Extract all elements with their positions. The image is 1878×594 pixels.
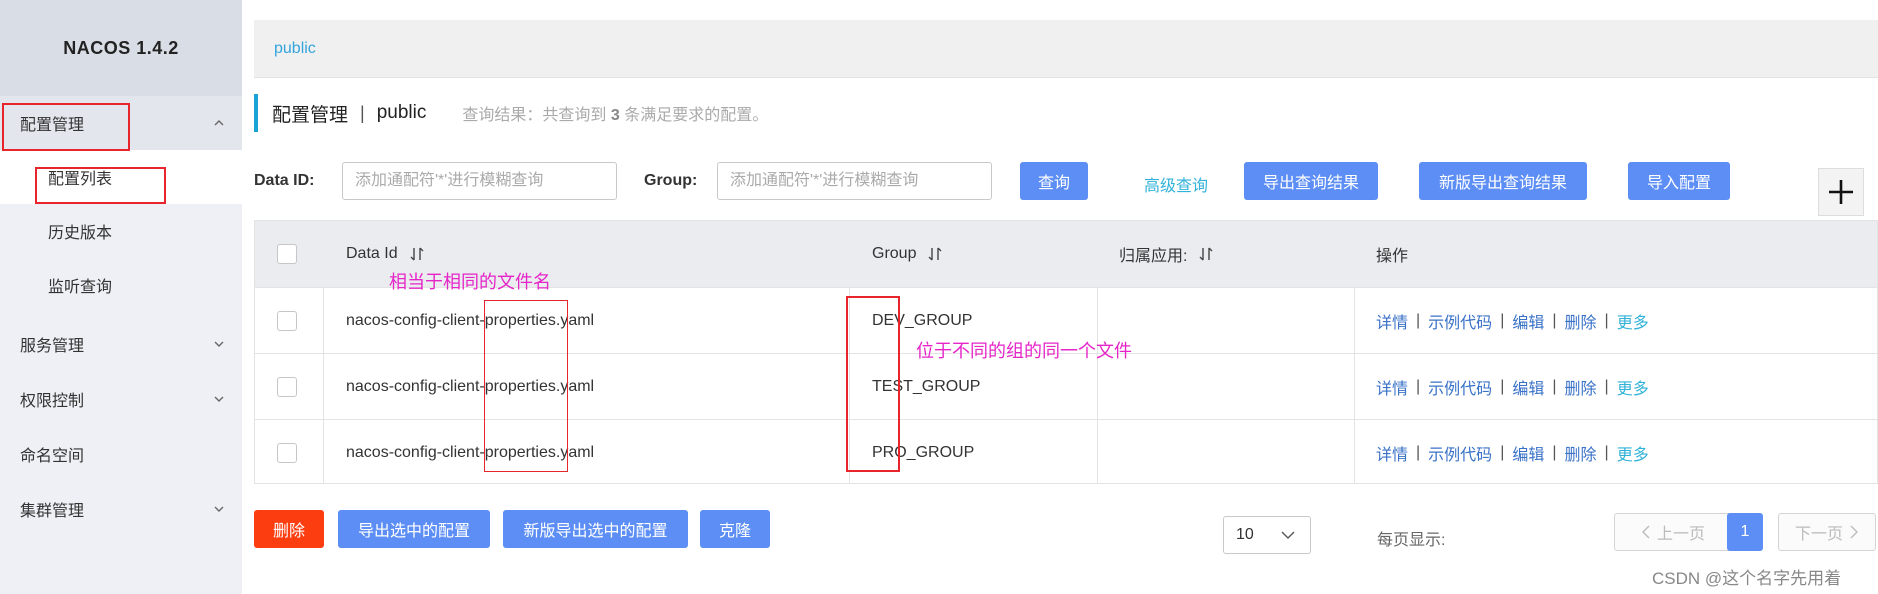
watermark: CSDN @这个名字先用着 <box>1652 569 1842 588</box>
delete-link[interactable]: 删除 <box>1565 441 1597 465</box>
prev-page-button[interactable]: 上一页 <box>1614 513 1732 551</box>
namespace-tab-public[interactable]: public <box>274 40 316 58</box>
chevron-down-icon <box>214 396 224 402</box>
column-header-app[interactable]: 归属应用: <box>1119 221 1213 287</box>
group-input[interactable] <box>717 162 992 200</box>
clone-button[interactable]: 克隆 <box>700 510 770 548</box>
row-actions: 详情 | 示例代码 | 编辑 | 删除 | 更多 <box>1376 288 1649 353</box>
export-selected-button[interactable]: 导出选中的配置 <box>338 510 490 548</box>
sidebar-item-history[interactable]: 历史版本 <box>0 204 242 258</box>
row-checkbox[interactable] <box>277 442 297 463</box>
sidebar-item-label: 集群管理 <box>20 503 85 520</box>
select-all-checkbox[interactable] <box>277 244 297 264</box>
advanced-query-link[interactable]: 高级查询 <box>1144 172 1208 196</box>
more-link[interactable]: 更多 <box>1617 441 1649 465</box>
sidebar-item-cluster-management[interactable]: 集群管理 <box>0 482 242 536</box>
page-size-label: 每页显示: <box>1377 532 1446 549</box>
edit-link[interactable]: 编辑 <box>1512 441 1544 465</box>
row-checkbox[interactable] <box>277 310 297 331</box>
delete-link[interactable]: 删除 <box>1565 309 1597 333</box>
add-config-button[interactable]: + <box>1818 168 1864 216</box>
data-id-input[interactable] <box>342 162 617 200</box>
sort-icon <box>928 247 942 261</box>
brand-title: NACOS 1.4.2 <box>0 0 242 96</box>
column-header-group[interactable]: Group <box>872 221 942 287</box>
chevron-down-icon <box>214 506 224 512</box>
plus-icon <box>1829 180 1853 204</box>
page-number-button[interactable]: 1 <box>1727 513 1763 551</box>
sample-code-link[interactable]: 示例代码 <box>1428 309 1492 333</box>
namespace-bar: public <box>254 20 1878 78</box>
sidebar-item-label: 监听查询 <box>48 279 113 296</box>
edit-link[interactable]: 编辑 <box>1512 375 1544 399</box>
highlight-box-config-list <box>35 167 166 204</box>
sidebar-item-label: 历史版本 <box>48 225 113 242</box>
sidebar: NACOS 1.4.2 配置管理 配置列表 历史版本 监听查询 服务管理 权限控… <box>0 0 242 594</box>
query-button[interactable]: 查询 <box>1020 162 1088 200</box>
sidebar-item-namespace[interactable]: 命名空间 <box>0 427 242 481</box>
sidebar-item-label: 服务管理 <box>20 338 85 355</box>
chevron-down-icon <box>1281 531 1295 539</box>
row-actions: 详情 | 示例代码 | 编辑 | 删除 | 更多 <box>1376 420 1649 485</box>
new-export-selected-button[interactable]: 新版导出选中的配置 <box>503 510 688 548</box>
sidebar-item-label: 命名空间 <box>20 448 85 465</box>
delete-selected-button[interactable]: 删除 <box>254 510 324 548</box>
highlight-box-filename <box>484 300 568 472</box>
highlight-box-config-management <box>2 103 130 151</box>
annotation-diff-group: 位于不同的组的同一个文件 <box>916 341 1132 361</box>
row-actions: 详情 | 示例代码 | 编辑 | 删除 | 更多 <box>1376 354 1649 419</box>
page-title-namespace: public <box>376 102 427 123</box>
query-result-summary: 查询结果：共查询到 3 条满足要求的配置。 <box>462 107 769 124</box>
row-checkbox[interactable] <box>277 376 297 397</box>
page-title: 配置管理 | public 查询结果：共查询到 3 条满足要求的配置。 <box>254 94 768 132</box>
chevron-up-icon <box>214 120 224 126</box>
chevron-left-icon <box>1641 525 1650 539</box>
sample-code-link[interactable]: 示例代码 <box>1428 441 1492 465</box>
column-header-actions: 操作 <box>1376 248 1409 265</box>
annotation-same-filename: 相当于相同的文件名 <box>389 272 551 292</box>
main-content: public 配置管理 | public 查询结果：共查询到 3 条满足要求的配… <box>242 0 1878 594</box>
highlight-box-groups <box>846 296 900 472</box>
sample-code-link[interactable]: 示例代码 <box>1428 375 1492 399</box>
new-export-results-button[interactable]: 新版导出查询结果 <box>1419 162 1587 200</box>
sidebar-item-listener-query[interactable]: 监听查询 <box>0 258 242 312</box>
sidebar-item-service-management[interactable]: 服务管理 <box>0 317 242 371</box>
import-config-button[interactable]: 导入配置 <box>1628 162 1730 200</box>
group-label: Group: <box>644 172 698 189</box>
export-results-button[interactable]: 导出查询结果 <box>1244 162 1378 200</box>
chevron-right-icon <box>1850 525 1858 539</box>
next-page-button[interactable]: 下一页 <box>1778 513 1876 551</box>
sort-icon <box>410 247 424 261</box>
more-link[interactable]: 更多 <box>1617 309 1649 333</box>
title-separator: | <box>360 102 365 123</box>
delete-link[interactable]: 删除 <box>1565 375 1597 399</box>
data-id-label: Data ID: <box>254 172 315 189</box>
detail-link[interactable]: 详情 <box>1376 375 1408 399</box>
detail-link[interactable]: 详情 <box>1376 309 1408 333</box>
edit-link[interactable]: 编辑 <box>1512 309 1544 333</box>
page-size-select[interactable]: 10 <box>1223 516 1311 554</box>
sidebar-item-access-control[interactable]: 权限控制 <box>0 372 242 426</box>
result-count: 3 <box>610 107 620 124</box>
sidebar-item-label: 权限控制 <box>20 393 85 410</box>
more-link[interactable]: 更多 <box>1617 375 1649 399</box>
chevron-down-icon <box>214 341 224 347</box>
detail-link[interactable]: 详情 <box>1376 441 1408 465</box>
page-title-text: 配置管理 <box>272 104 349 126</box>
sort-icon <box>1199 247 1213 261</box>
